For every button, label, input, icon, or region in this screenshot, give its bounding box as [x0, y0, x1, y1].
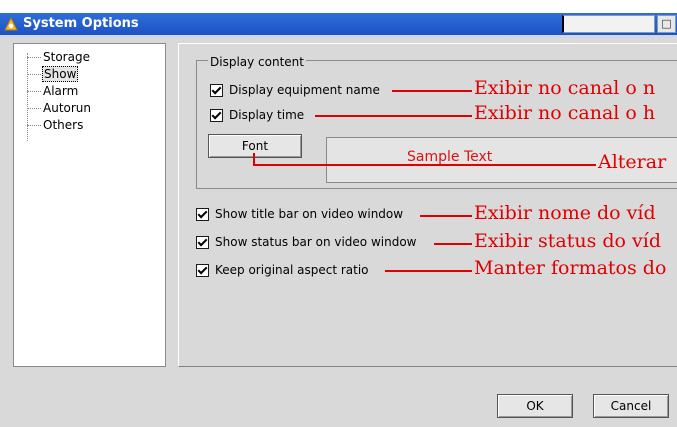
options-tree[interactable]: Storage Show Alarm Autorun Others [13, 43, 166, 367]
keep-aspect-ratio-checkbox[interactable]: Keep original aspect ratio [196, 263, 369, 277]
annotation-line [420, 215, 472, 217]
cancel-button[interactable]: Cancel [593, 394, 669, 418]
checkbox-checked[interactable] [196, 235, 209, 249]
tree-item-alarm[interactable]: Alarm [27, 83, 79, 99]
annotation-line [253, 164, 596, 166]
annotation-text: Exibir status do víd [474, 230, 662, 252]
tree-item-autorun[interactable]: Autorun [27, 100, 92, 116]
checkbox-checked[interactable] [210, 108, 223, 122]
tree-item-label: Show [42, 66, 79, 82]
annotation-line [385, 270, 472, 272]
checkbox-checked[interactable] [196, 263, 209, 277]
title-input-field[interactable] [562, 15, 655, 33]
display-equipment-name-checkbox[interactable]: Display equipment name [210, 83, 380, 97]
annotation-line [392, 90, 472, 92]
tree-item-label: Autorun [43, 101, 92, 115]
group-legend: Display content [208, 55, 306, 69]
annotation-line [434, 243, 472, 245]
tree-item-label: Storage [43, 50, 90, 64]
tree-item-label: Others [43, 118, 84, 132]
window-control-button[interactable]: □ [657, 15, 676, 33]
annotation-line [315, 115, 472, 117]
tree-item-label: Alarm [43, 84, 79, 98]
app-icon [4, 16, 18, 31]
annotation-text: Alterar [598, 151, 667, 173]
ok-button[interactable]: OK [497, 394, 573, 418]
title-bar[interactable]: System Options □ [0, 13, 677, 35]
checkbox-checked[interactable] [210, 83, 223, 97]
sample-text: Sample Text [407, 149, 493, 165]
annotation-text: Manter formatos do [474, 257, 667, 279]
annotation-text: Exibir nome do víd [474, 202, 656, 224]
checkbox-label: Show status bar on video window [215, 235, 417, 249]
tree-item-storage[interactable]: Storage [27, 49, 91, 65]
annotation-text: Exibir no canal o h [474, 102, 656, 124]
annotation-text: Exibir no canal o n [474, 77, 656, 99]
show-title-bar-checkbox[interactable]: Show title bar on video window [196, 207, 403, 221]
checkbox-checked[interactable] [196, 207, 209, 221]
checkbox-label: Show title bar on video window [215, 207, 404, 221]
checkbox-label: Display equipment name [229, 83, 380, 97]
window-title: System Options [23, 16, 139, 31]
checkbox-label: Keep original aspect ratio [215, 263, 369, 277]
tree-item-others[interactable]: Others [27, 117, 84, 133]
tree-item-show[interactable]: Show [27, 66, 79, 82]
display-time-checkbox[interactable]: Display time [210, 108, 304, 122]
font-button[interactable]: Font [208, 134, 302, 158]
show-status-bar-checkbox[interactable]: Show status bar on video window [196, 235, 416, 249]
checkbox-label: Display time [229, 108, 305, 122]
